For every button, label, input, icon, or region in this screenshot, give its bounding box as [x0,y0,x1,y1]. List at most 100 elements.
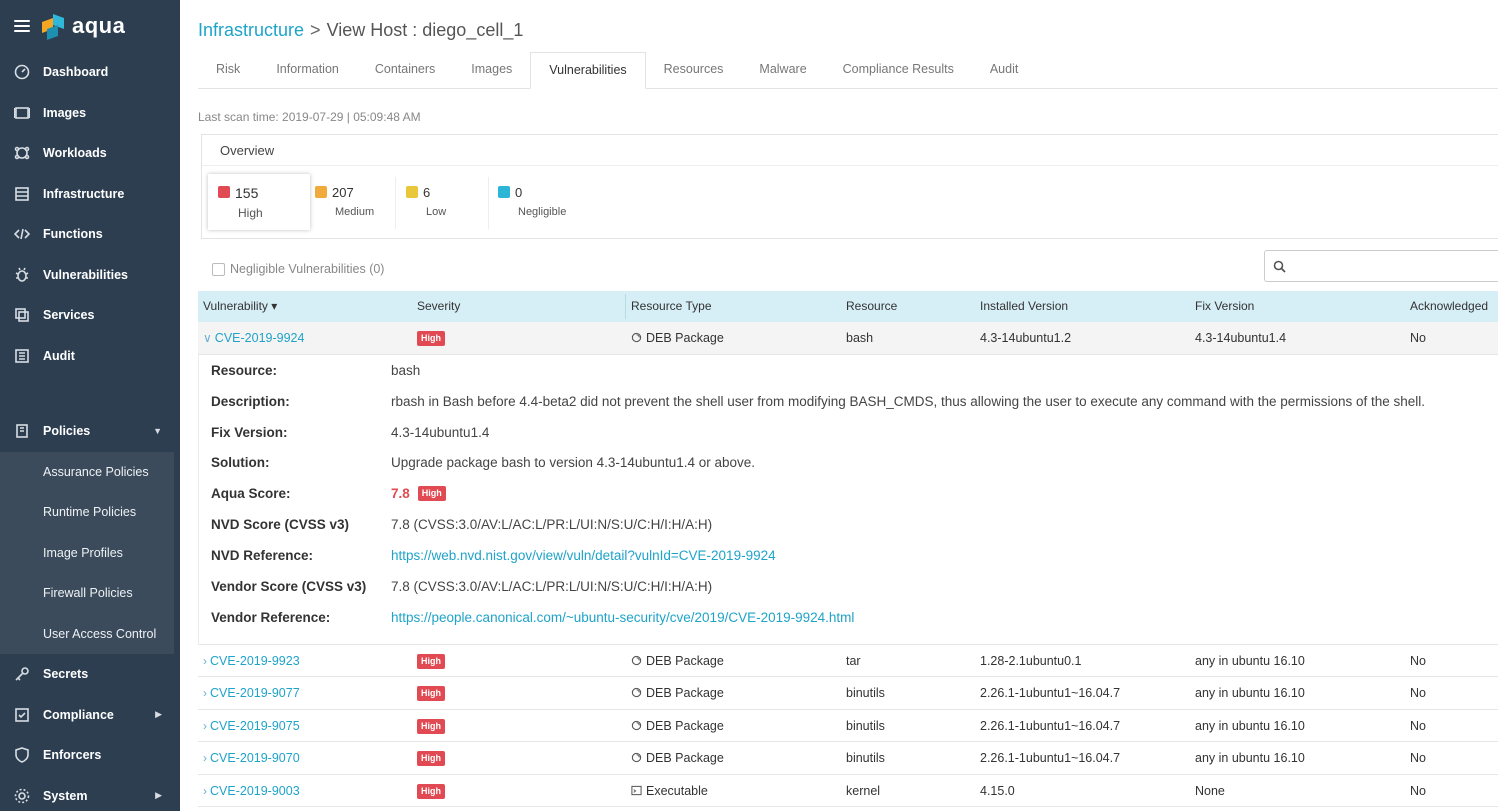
aqua-severity-badge: High [417,486,446,502]
negligible-vulnerabilities-checkbox[interactable]: Negligible Vulnerabilities (0) [212,262,384,276]
nvd-reference-link[interactable]: https://web.nvd.nist.gov/view/vuln/detai… [391,548,776,563]
sidebar-item-functions[interactable]: Functions [0,214,180,255]
sidebar-subitem-runtime-policies[interactable]: Runtime Policies [0,492,174,533]
cve-link[interactable]: CVE-2019-9003 [210,784,300,798]
table-row[interactable]: › CVE-2019-9077 High DEB Package binutils… [198,677,1498,710]
brand-name: aqua [72,13,126,38]
sidebar-item-audit[interactable]: Audit [0,336,180,377]
search-input[interactable] [1292,259,1498,273]
severity-badge: High [417,718,445,734]
table-row[interactable]: › CVE-2019-9075 High DEB Package binutils… [198,710,1498,742]
tab-audit[interactable]: Audit [972,52,1037,88]
table-header: Vulnerability ▾ Severity Resource Type R… [198,291,1498,322]
column-header-resource[interactable]: Resource [846,291,897,322]
breadcrumb-separator: > [310,20,321,40]
medium-color-swatch [315,186,327,198]
table-row[interactable]: ∨ CVE-2019-9924 High DEB Package bash 4.3… [198,322,1498,355]
infrastructure-icon [13,185,31,203]
fix-version: 4.3-14ubuntu1.4 [1195,331,1287,345]
sidebar-item-compliance[interactable]: Compliance ▶ [0,695,180,736]
vendor-reference-link[interactable]: https://people.canonical.com/~ubuntu-sec… [391,610,854,625]
sidebar-subitem-user-access-control[interactable]: User Access Control [0,614,174,655]
policies-submenu: Assurance Policies Runtime Policies Imag… [0,451,174,655]
sidebar-item-enforcers[interactable]: Enforcers [0,735,180,776]
nvd-score-value: 7.8 (CVSS:3.0/AV:L/AC:L/PR:L/UI:N/S:U/C:… [391,516,713,532]
cve-link[interactable]: CVE-2019-9924 [215,331,305,345]
cve-link[interactable]: CVE-2019-9070 [210,751,300,765]
caret-right-icon: ▶ [155,790,162,801]
table-row[interactable]: › CVE-2019-9070 High DEB Package binutils… [198,742,1498,775]
negligible-vulnerabilities-label: Negligible Vulnerabilities (0) [230,262,385,276]
chevron-right-icon[interactable]: › [203,775,207,807]
chevron-down-icon[interactable]: ∨ [203,322,212,354]
negligible-count: 0 [515,185,523,200]
detail-fix-value: 4.3-14ubuntu1.4 [391,424,490,440]
chevron-right-icon[interactable]: › [203,677,207,709]
sidebar-item-secrets[interactable]: Secrets [0,654,180,695]
fix-version: any in ubuntu 16.10 [1195,751,1305,765]
severity-badge: High [417,686,445,702]
sidebar-item-dashboard[interactable]: Dashboard [0,52,180,93]
resource-type: DEB Package [646,653,724,668]
sidebar-item-system[interactable]: System ▶ [0,776,180,811]
resource-type: DEB Package [646,686,724,700]
search-icon [1273,260,1286,273]
sidebar-subitem-assurance-policies[interactable]: Assurance Policies [0,452,174,493]
app-window: aqua Dashboard Images Workloads Infrastr… [0,0,1498,811]
debian-package-icon [631,753,642,763]
sidebar-item-policies[interactable]: Policies ▼ [0,411,180,452]
resource-type: DEB Package [646,751,724,765]
table-row[interactable]: › CVE-2019-9923 High DEB Package tar 1.28… [198,645,1498,677]
tab-resources[interactable]: Resources [646,52,742,88]
tab-risk[interactable]: Risk [198,52,258,88]
tab-compliance-results[interactable]: Compliance Results [825,52,972,88]
sidebar-subitem-firewall-policies[interactable]: Firewall Policies [0,573,174,614]
severity-filter-high[interactable]: 155 High [208,174,310,230]
chevron-right-icon[interactable]: › [203,742,207,774]
resource-type: DEB Package [646,331,724,345]
column-header-vulnerability[interactable]: Vulnerability ▾ [203,291,277,322]
cve-link[interactable]: CVE-2019-9075 [210,719,300,733]
tab-malware[interactable]: Malware [741,52,824,88]
column-header-installed-version[interactable]: Installed Version [980,291,1068,322]
aqua-score-value: 7.8 [391,485,410,501]
executable-icon [631,785,642,795]
chevron-right-icon[interactable]: › [203,710,207,742]
sidebar-subitem-image-profiles[interactable]: Image Profiles [0,533,174,574]
severity-filter-low[interactable]: 6 Low [396,174,486,230]
sidebar-item-services[interactable]: Services [0,295,180,336]
detail-vendor-reference-label: Vendor Reference: [211,609,331,625]
installed-version: 1.28-2.1ubuntu0.1 [980,653,1082,668]
column-header-acknowledged[interactable]: Acknowledged [1410,291,1488,322]
cve-link[interactable]: CVE-2019-9077 [210,686,300,700]
overview-title: Overview [202,135,1498,166]
tab-containers[interactable]: Containers [357,52,453,88]
installed-version: 4.3-14ubuntu1.2 [980,331,1072,345]
tab-vulnerabilities[interactable]: Vulnerabilities [530,52,646,89]
tab-information[interactable]: Information [258,52,357,88]
checkbox-box[interactable] [212,262,225,276]
resource-name: bash [846,331,874,345]
sidebar-item-infrastructure[interactable]: Infrastructure [0,174,180,215]
sidebar-item-workloads[interactable]: Workloads [0,133,180,174]
chevron-right-icon[interactable]: › [203,645,207,677]
column-header-resource-type[interactable]: Resource Type [631,291,712,322]
policies-icon [13,422,31,440]
sidebar-item-vulnerabilities[interactable]: Vulnerabilities [0,255,180,296]
column-header-severity[interactable]: Severity [417,291,460,322]
fix-version: any in ubuntu 16.10 [1195,686,1305,700]
compliance-icon [13,706,31,724]
search-box[interactable] [1264,250,1498,282]
tab-images[interactable]: Images [453,52,530,88]
sidebar-item-images[interactable]: Images [0,93,180,134]
breadcrumb-infrastructure-link[interactable]: Infrastructure [198,20,304,41]
table-row[interactable]: › CVE-2019-9003 High Executable kernel 4.… [198,775,1498,807]
hamburger-icon[interactable] [14,20,30,32]
column-header-fix-version[interactable]: Fix Version [1195,291,1254,322]
code-icon [13,225,31,243]
cve-link[interactable]: CVE-2019-9923 [210,654,300,668]
low-label: Low [426,206,447,218]
severity-filter-medium[interactable]: 207 Medium [305,174,395,230]
severity-filter-negligible[interactable]: 0 Negligible [488,174,588,230]
acknowledged: No [1410,653,1426,668]
